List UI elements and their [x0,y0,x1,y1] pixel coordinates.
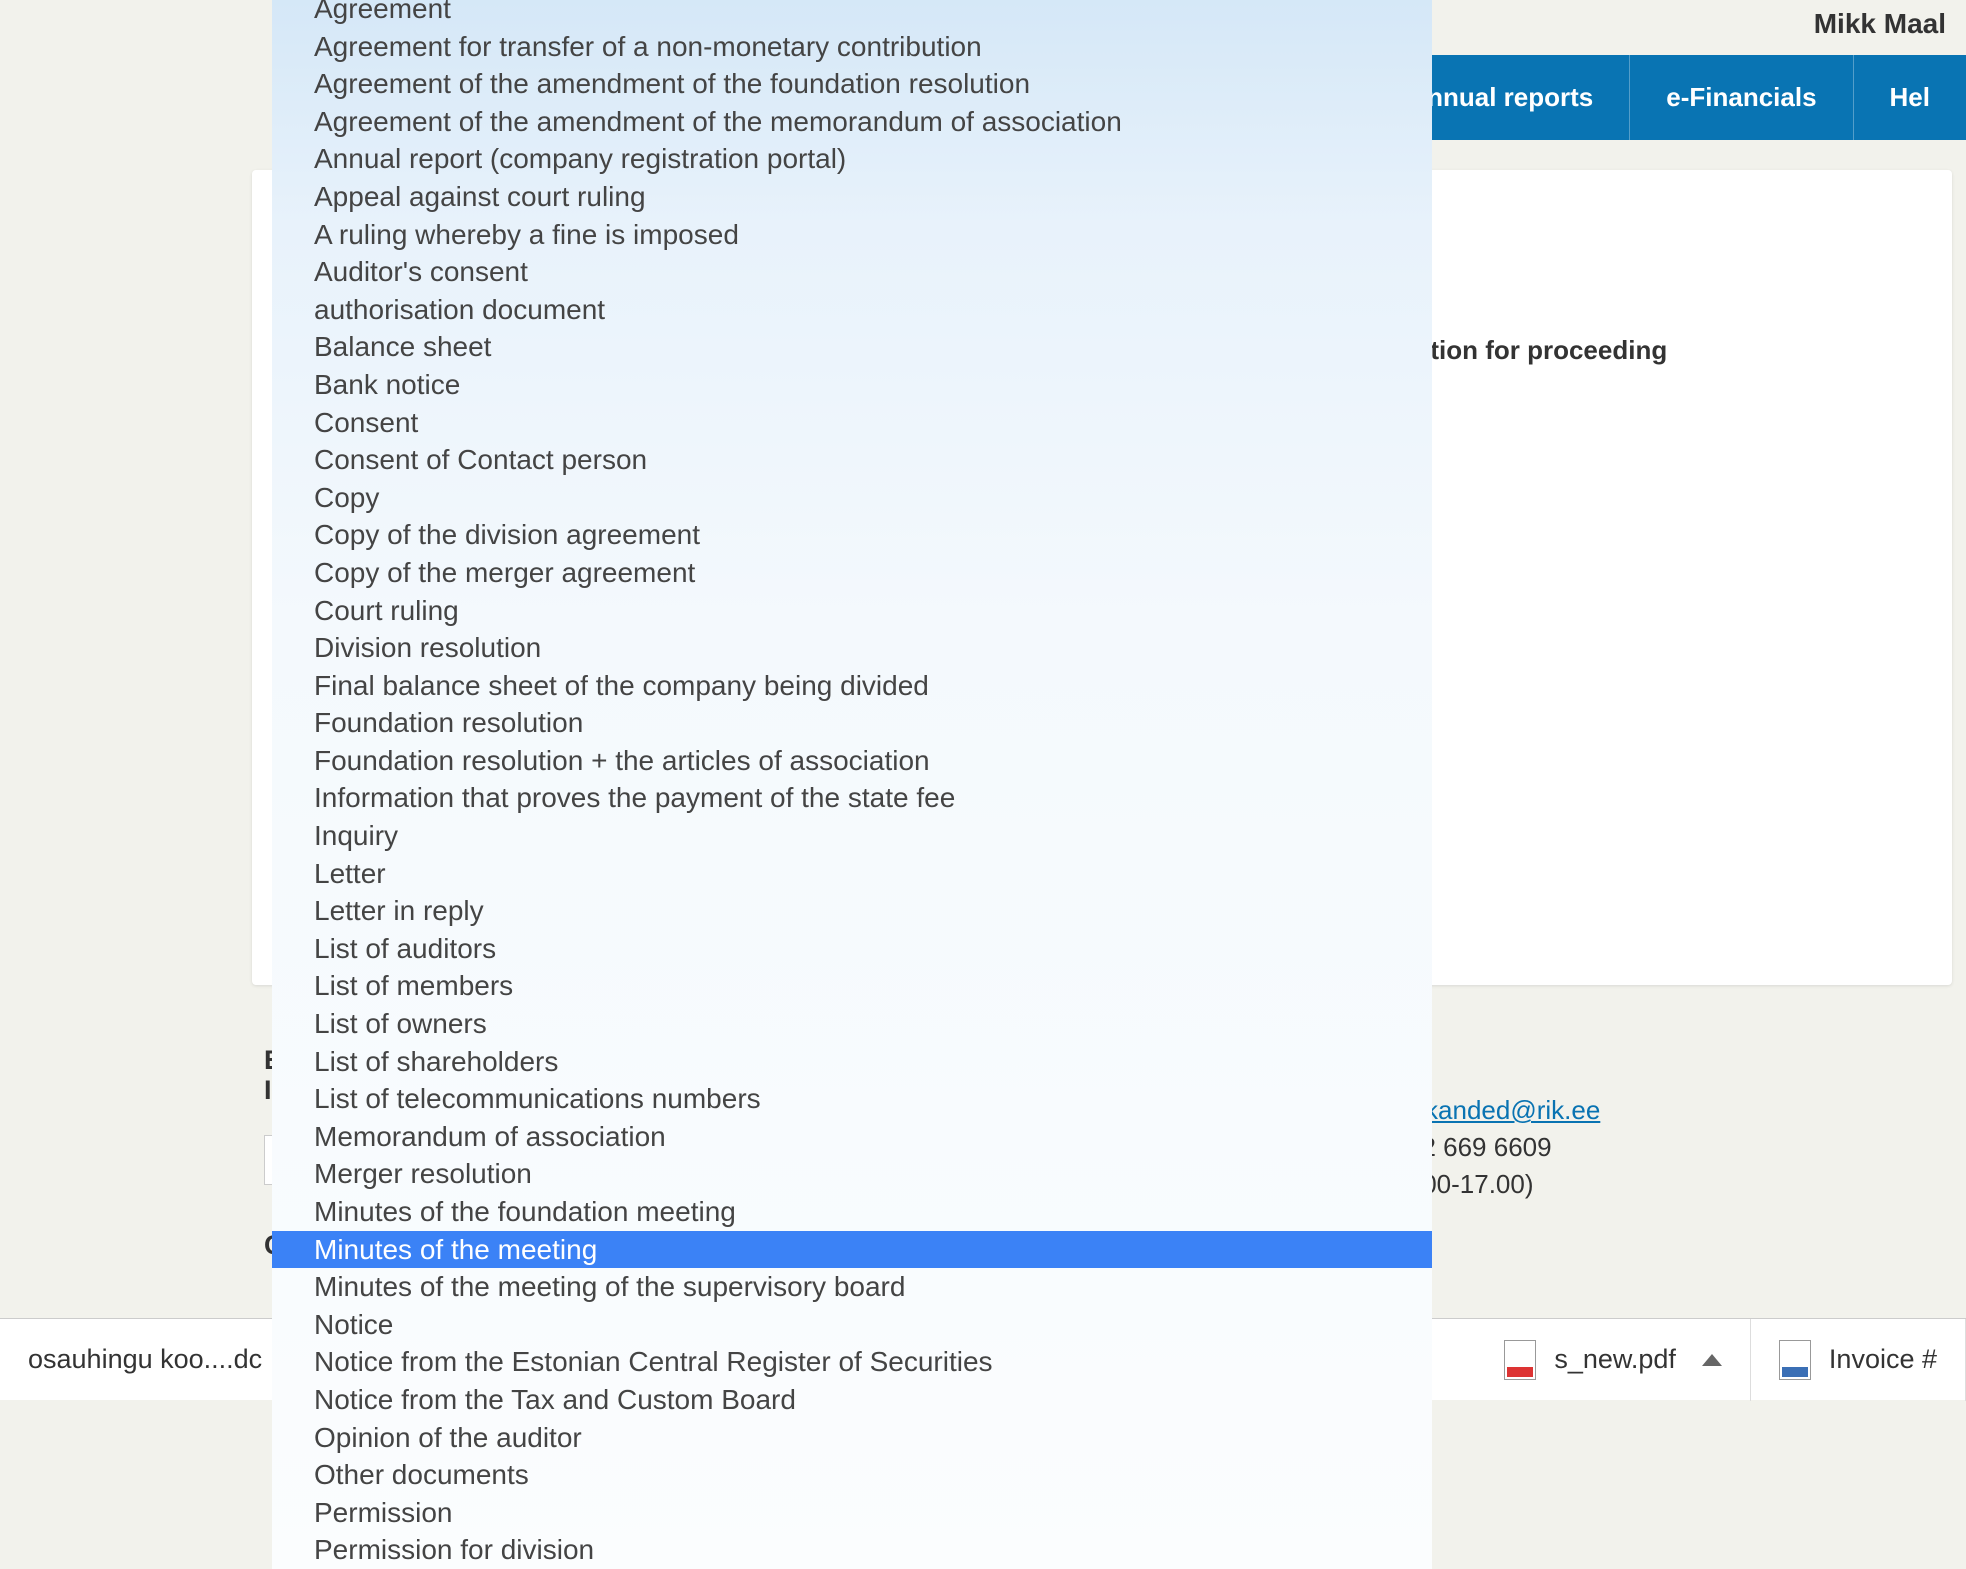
dropdown-option[interactable]: Agreement [272,0,1432,28]
dropdown-option[interactable]: Final balance sheet of the company being… [272,667,1432,705]
dropdown-option[interactable]: Consent of Contact person [272,441,1432,479]
dropdown-option[interactable]: Agreement of the amendment of the founda… [272,65,1432,103]
download-filename-invoice: Invoice # [1829,1344,1937,1375]
download-filename-pdf: s_new.pdf [1554,1344,1676,1375]
username-label: Mikk Maal [1814,8,1946,40]
dropdown-option[interactable]: Information that proves the payment of t… [272,779,1432,817]
tab-help[interactable]: Hel [1854,55,1966,140]
dropdown-option[interactable]: Foundation resolution [272,704,1432,742]
dropdown-option[interactable]: Letter in reply [272,892,1432,930]
dropdown-option[interactable]: Permission [272,1494,1432,1532]
dropdown-option[interactable]: Opinion of the auditor [272,1419,1432,1457]
pdf-file-icon [1504,1340,1536,1380]
dropdown-option[interactable]: List of owners [272,1005,1432,1043]
dropdown-option[interactable]: Other documents [272,1456,1432,1494]
download-item-invoice[interactable]: Invoice # [1751,1319,1966,1401]
dropdown-option[interactable]: Inquiry [272,817,1432,855]
download-item-pdf[interactable]: s_new.pdf [1476,1319,1751,1401]
dropdown-option[interactable]: Permission for division [272,1531,1432,1569]
dropdown-option[interactable]: Copy of the merger agreement [272,554,1432,592]
dropdown-option[interactable]: authorisation document [272,291,1432,329]
dropdown-option[interactable]: Minutes of the meeting of the supervisor… [272,1268,1432,1306]
document-type-dropdown[interactable]: AgreementAgreement for transfer of a non… [272,0,1432,1569]
dropdown-option[interactable]: Minutes of the meeting [272,1231,1432,1269]
dropdown-option[interactable]: A ruling whereby a fine is imposed [272,216,1432,254]
download-filename-left: osauhingu koo....dc [28,1344,262,1375]
dropdown-option[interactable]: List of auditors [272,930,1432,968]
dropdown-option[interactable]: Agreement for transfer of a non-monetary… [272,28,1432,66]
dropdown-option[interactable]: Consent [272,404,1432,442]
dropdown-option[interactable]: Auditor's consent [272,253,1432,291]
dropdown-option[interactable]: Copy [272,479,1432,517]
download-item-left[interactable]: osauhingu koo....dc [0,1319,291,1401]
dropdown-option[interactable]: List of telecommunications numbers [272,1080,1432,1118]
dropdown-option[interactable]: Letter [272,855,1432,893]
dropdown-option[interactable]: List of shareholders [272,1043,1432,1081]
dropdown-option[interactable]: Copy of the division agreement [272,516,1432,554]
proceeding-info-text: etition for proceeding [1400,335,1667,366]
dropdown-option[interactable]: Annual report (company registration port… [272,140,1432,178]
nav-tabs: Annual reports e-Financials Hel [1372,55,1966,140]
dropdown-option[interactable]: List of members [272,967,1432,1005]
dropdown-option[interactable]: Division resolution [272,629,1432,667]
dropdown-option[interactable]: Notice from the Estonian Central Registe… [272,1343,1432,1381]
dropdown-option[interactable]: Notice [272,1306,1432,1344]
tab-e-financials[interactable]: e-Financials [1630,55,1853,140]
dropdown-option[interactable]: Minutes of the foundation meeting [272,1193,1432,1231]
doc-file-icon [1779,1340,1811,1380]
dropdown-option[interactable]: Memorandum of association [272,1118,1432,1156]
dropdown-option[interactable]: Appeal against court ruling [272,178,1432,216]
dropdown-option[interactable]: Agreement of the amendment of the memora… [272,103,1432,141]
dropdown-option[interactable]: Balance sheet [272,328,1432,366]
dropdown-option[interactable]: Foundation resolution + the articles of … [272,742,1432,780]
chevron-up-icon[interactable] [1702,1354,1722,1366]
dropdown-option[interactable]: Court ruling [272,592,1432,630]
dropdown-option[interactable]: Bank notice [272,366,1432,404]
dropdown-option[interactable]: Merger resolution [272,1155,1432,1193]
